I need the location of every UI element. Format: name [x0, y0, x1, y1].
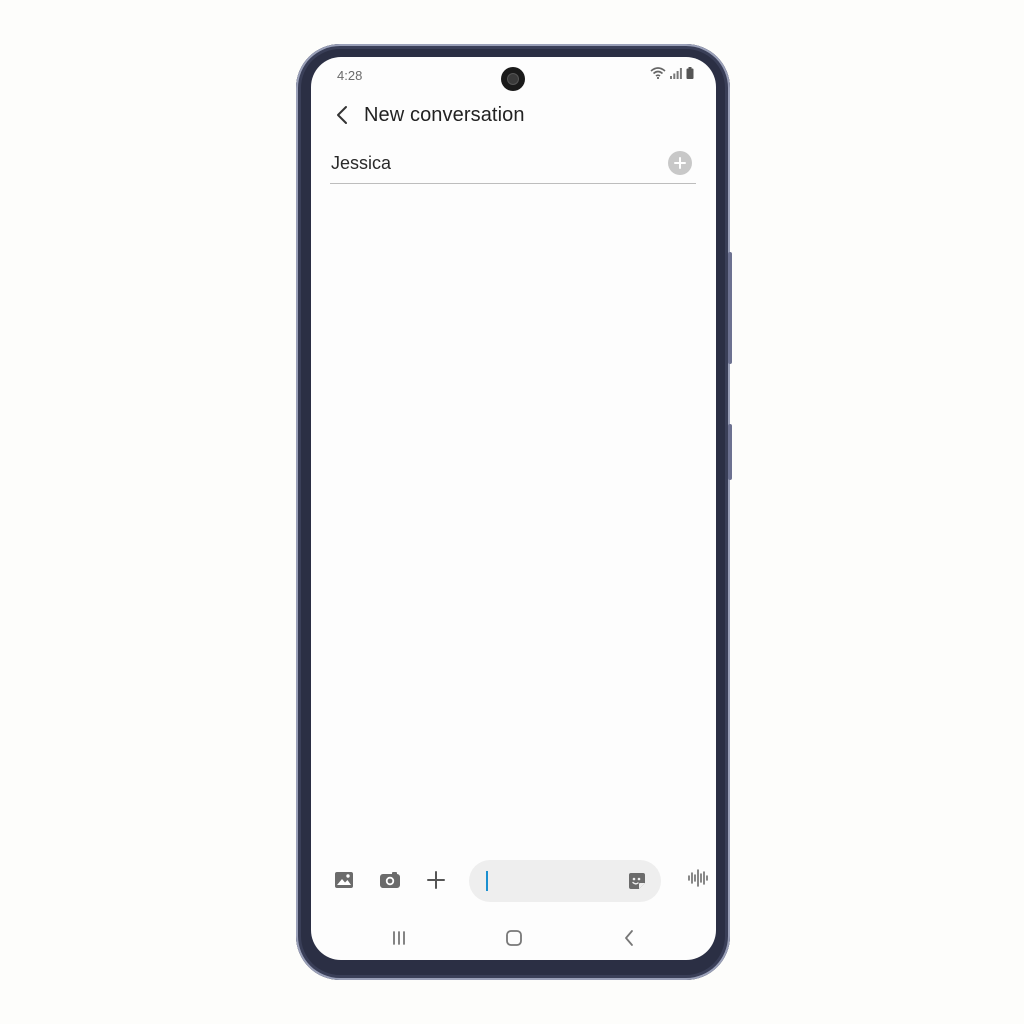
- front-camera: [501, 67, 525, 91]
- wifi-icon: [650, 67, 666, 79]
- system-nav-bar: [311, 923, 716, 953]
- message-composer: [327, 857, 708, 904]
- home-icon[interactable]: [500, 925, 528, 951]
- recipient-field[interactable]: Jessica: [330, 149, 696, 184]
- recent-apps-icon[interactable]: [385, 925, 413, 951]
- plus-icon[interactable]: [419, 863, 453, 897]
- volume-button: [728, 252, 732, 364]
- recipient-name[interactable]: Jessica: [331, 153, 391, 174]
- gallery-icon[interactable]: [327, 863, 361, 897]
- battery-icon: [686, 67, 694, 79]
- message-input-box[interactable]: [469, 860, 661, 904]
- status-time: 4:28: [337, 68, 363, 83]
- phone-screen: 4:28 New conversation Jessica: [311, 57, 716, 960]
- signal-icon: [670, 67, 682, 79]
- status-icons: [650, 67, 694, 79]
- back-icon[interactable]: [615, 925, 643, 951]
- chevron-left-icon[interactable]: [329, 102, 355, 128]
- page-title: New conversation: [364, 103, 525, 126]
- power-button: [728, 424, 732, 480]
- camera-icon[interactable]: [373, 863, 407, 897]
- app-header: New conversation: [329, 97, 525, 133]
- voice-waveform-icon[interactable]: [687, 867, 709, 894]
- message-input[interactable]: [489, 860, 623, 904]
- plus-circle-icon[interactable]: [668, 151, 692, 175]
- text-caret: [486, 871, 488, 891]
- sticker-icon[interactable]: [627, 871, 647, 896]
